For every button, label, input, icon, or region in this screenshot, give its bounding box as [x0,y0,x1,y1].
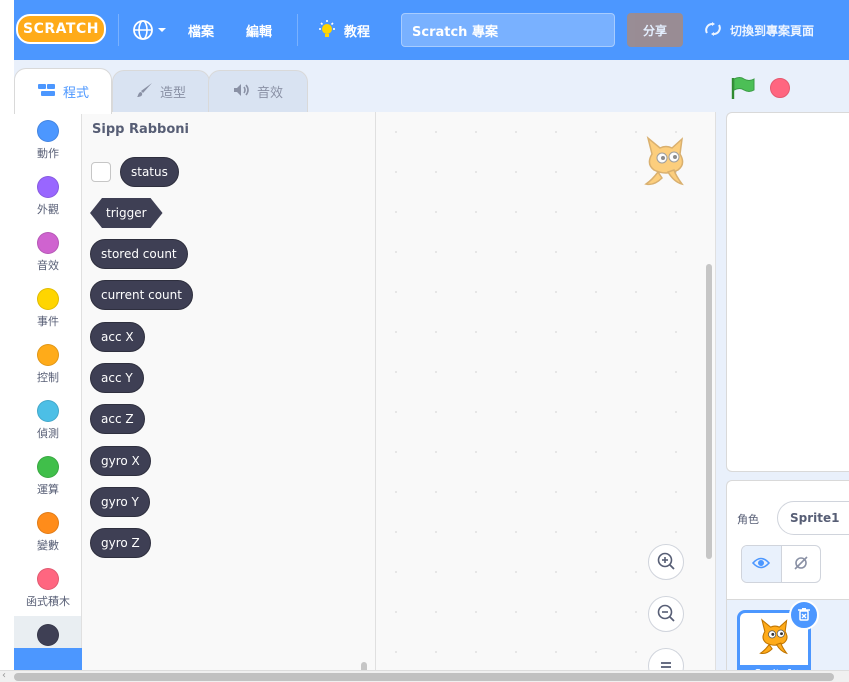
category-label: 動作 [37,147,59,160]
stage-canvas[interactable] [726,112,849,472]
speaker-icon [233,83,251,101]
category-menu: 動作 外觀 音效 事件 控制 偵測 運算 變數 函式積木 [14,112,82,682]
hide-button[interactable] [782,546,821,582]
category-dot [37,288,59,310]
tab-costumes-label: 造型 [159,86,186,101]
category-events[interactable]: 事件 [14,280,81,336]
block-gyro-z[interactable]: gyro Z [90,528,151,558]
show-button[interactable] [742,546,782,582]
globe-icon [132,19,154,41]
language-menu[interactable] [132,0,167,60]
page-horizontal-scrollbar[interactable]: ‹ [0,670,849,682]
workspace-scrollbar[interactable] [706,264,712,559]
zoom-out-button[interactable] [648,596,684,632]
sprite-info-pane: 角色 Sprite1 Sprite1 [726,480,849,682]
visibility-toggle [741,545,821,583]
stage-controls [716,60,849,112]
delete-sprite-button[interactable] [789,600,819,630]
switch-icon [704,21,722,40]
category-dot [37,568,59,590]
block-palette: Sipp Rabboni status trigger stored count… [82,112,376,682]
share-button[interactable]: 分享 [627,13,683,47]
extension-title: Sipp Rabboni [92,122,189,137]
category-label: 控制 [37,371,59,384]
chevron-down-icon [157,26,167,34]
block-gyro-y[interactable]: gyro Y [90,487,150,517]
category-label: 事件 [37,315,59,328]
eye-slash-icon [792,555,810,574]
block-trigger[interactable]: trigger [90,198,163,228]
category-dot [37,232,59,254]
project-title-input[interactable]: Scratch 專案 [401,13,615,47]
category-sound[interactable]: 音效 [14,224,81,280]
code-icon [37,83,57,101]
switch-label: 切換到專案頁面 [730,23,815,38]
category-label: 偵測 [37,427,59,440]
sprite-name-input[interactable]: Sprite1 [777,501,849,535]
block-stored-count[interactable]: stored count [90,239,188,269]
scroll-left-icon[interactable]: ‹ [2,670,6,681]
menu-bar: SCRATCH 檔案 編輯 教程 Scratch 專案 分享 切換到專案頁面 [14,0,849,60]
zoom-out-icon [656,603,676,626]
category-label: 外觀 [37,203,59,216]
lightbulb-icon [316,19,338,41]
zoom-in-icon [656,551,676,574]
block-acc-y[interactable]: acc Y [90,363,144,393]
category-dot [37,120,59,142]
sprite-watermark-icon [638,134,694,195]
logo-text: SCRATCH [23,21,99,37]
switch-to-project-page-button[interactable]: 切換到專案頁面 [704,0,814,60]
category-label: 函式積木 [26,595,70,608]
category-dot [37,456,59,478]
category-variables[interactable]: 變數 [14,504,81,560]
category-looks[interactable]: 外觀 [14,168,81,224]
green-flag-icon[interactable] [730,76,756,103]
status-checkbox[interactable] [91,162,111,182]
tab-sounds-label: 音效 [256,86,283,101]
category-dot [37,176,59,198]
tab-costumes[interactable]: 造型 [112,70,210,112]
tab-code-label: 程式 [62,86,89,101]
category-label: 音效 [37,259,59,272]
edit-menu[interactable]: 編輯 [246,0,272,60]
category-operators[interactable]: 運算 [14,448,81,504]
tab-code[interactable]: 程式 [14,68,112,114]
category-dot [37,624,59,646]
tab-sounds[interactable]: 音效 [208,70,308,112]
block-acc-x[interactable]: acc X [90,322,145,352]
tutorials-label: 教程 [344,24,371,40]
category-sensing[interactable]: 偵測 [14,392,81,448]
block-status[interactable]: status [120,157,179,187]
block-gyro-x[interactable]: gyro X [90,446,151,476]
tutorials-button[interactable]: 教程 [316,0,370,60]
scratch-logo[interactable]: SCRATCH [16,14,106,44]
scrollbar-thumb[interactable] [14,673,834,681]
category-dot [37,400,59,422]
code-workspace[interactable] [376,112,716,682]
category-label: 運算 [37,483,59,496]
window-left-edge [0,0,14,670]
cat-sprite-icon [754,617,796,662]
block-acc-z[interactable]: acc Z [90,404,145,434]
category-motion[interactable]: 動作 [14,112,81,168]
brush-icon [136,82,154,102]
stop-icon[interactable] [770,78,790,98]
category-dot [37,512,59,534]
category-control[interactable]: 控制 [14,336,81,392]
category-label: 變數 [37,539,59,552]
sprite-label: 角色 [737,513,759,526]
block-current-count[interactable]: current count [90,280,193,310]
trash-icon [797,607,811,624]
zoom-in-button[interactable] [648,544,684,580]
category-my-blocks[interactable]: 函式積木 [14,560,81,616]
eye-icon [752,556,771,573]
category-dot [37,344,59,366]
file-menu[interactable]: 檔案 [188,0,214,60]
